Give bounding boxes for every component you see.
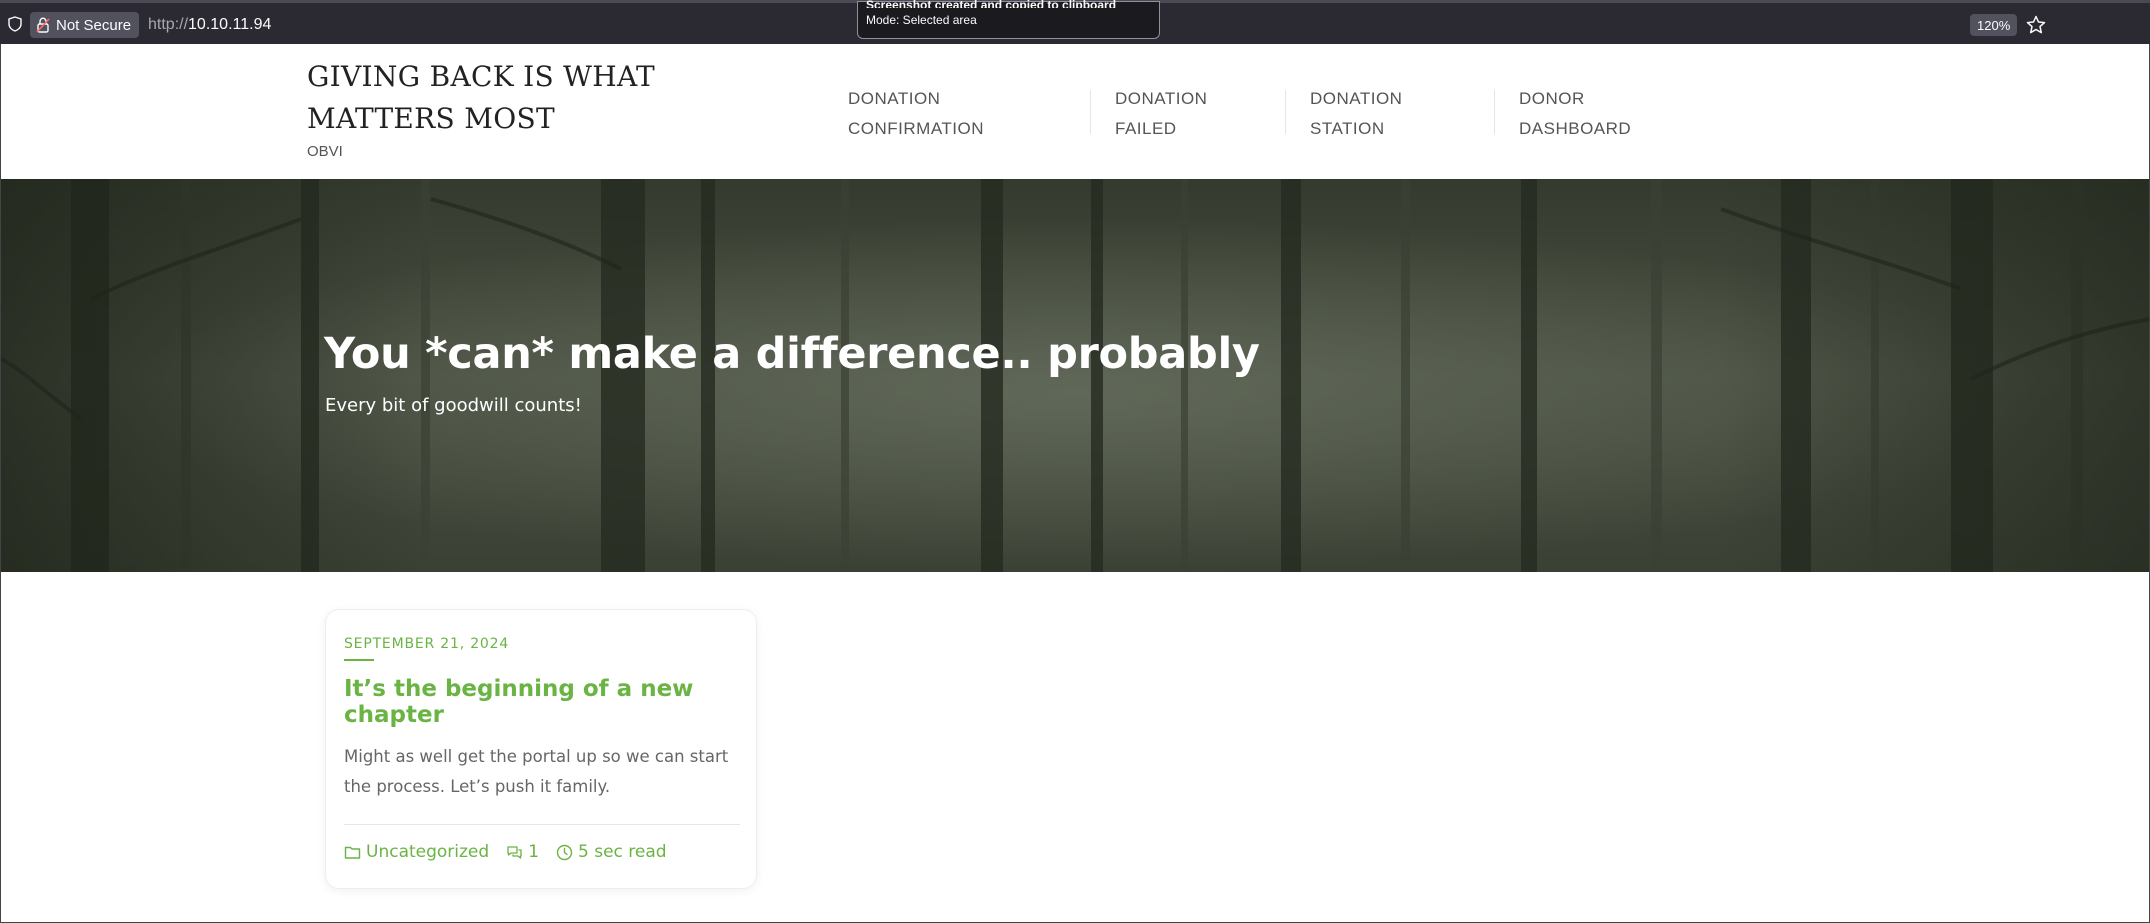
hero-title: You *can* make a difference.. probably xyxy=(324,329,1260,379)
nav-separator xyxy=(1090,90,1091,134)
folder-icon xyxy=(344,846,361,859)
nav-donation-confirmation[interactable]: DONATION CONFIRMATION xyxy=(848,84,984,144)
nav-separator xyxy=(1494,90,1495,134)
nav-label-line1: DONATION xyxy=(1310,89,1403,108)
comments-icon xyxy=(507,845,522,859)
post-comments-link[interactable]: 1 xyxy=(506,842,539,862)
nav-label-line1: DONATION xyxy=(848,89,941,108)
post-category-link[interactable]: Uncategorized xyxy=(344,842,489,862)
post-read-time: 5 sec read xyxy=(556,842,667,862)
url-bar[interactable]: http://10.10.11.94 xyxy=(148,16,271,34)
url-scheme: http:// xyxy=(148,16,189,33)
bookmark-star-icon[interactable] xyxy=(2025,14,2047,36)
screenshot-toast: Screenshot created and copied to clipboa… xyxy=(857,0,1160,39)
web-page: GIVING BACK IS WHAT MATTERS MOST OBVI DO… xyxy=(0,44,2150,923)
shield-icon[interactable] xyxy=(8,16,22,32)
nav-label-line2: STATION xyxy=(1310,119,1385,138)
zoom-level-button[interactable]: 120% xyxy=(1970,14,2018,36)
hero-banner: You *can* make a difference.. probably E… xyxy=(1,179,2149,572)
post-category: Uncategorized xyxy=(366,842,490,862)
clock-icon xyxy=(556,844,573,860)
nav-label-line2: CONFIRMATION xyxy=(848,119,985,138)
post-title-link[interactable]: It’s the beginning of a new chapter xyxy=(344,676,744,728)
not-secure-indicator[interactable]: Not Secure xyxy=(30,12,140,38)
post-read-time-label: 5 sec read xyxy=(578,842,667,862)
site-header: GIVING BACK IS WHAT MATTERS MOST OBVI DO… xyxy=(1,44,2149,179)
post-comment-count: 1 xyxy=(528,842,540,862)
date-underline xyxy=(344,659,374,661)
nav-donation-failed[interactable]: DONATION FAILED xyxy=(1115,84,1207,144)
url-host: 10.10.11.94 xyxy=(188,16,272,33)
post-excerpt: Might as well get the portal up so we ca… xyxy=(344,747,729,796)
nav-donor-dashboard[interactable]: DONOR DASHBOARD xyxy=(1519,84,1631,144)
nav-separator xyxy=(1285,90,1286,134)
post-date[interactable]: SEPTEMBER 21, 2024 xyxy=(344,636,509,652)
toast-mode: Mode: Selected area xyxy=(866,13,977,27)
post-card: SEPTEMBER 21, 2024 It’s the beginning of… xyxy=(325,609,757,889)
site-tagline: OBVI xyxy=(307,143,343,160)
lock-insecure-icon xyxy=(36,17,50,33)
post-meta: Uncategorized 1 5 sec read xyxy=(344,842,684,862)
browser-toolbar: Not Secure http://10.10.11.94 Screenshot… xyxy=(0,0,2150,44)
toast-title: Screenshot created and copied to clipboa… xyxy=(866,0,1117,8)
nav-label-line2: FAILED xyxy=(1115,119,1177,138)
not-secure-label: Not Secure xyxy=(56,16,132,34)
nav-label-line1: DONOR xyxy=(1519,89,1585,108)
site-title[interactable]: GIVING BACK IS WHAT MATTERS MOST xyxy=(307,56,787,140)
nav-donation-station[interactable]: DONATION STATION xyxy=(1310,84,1402,144)
card-divider xyxy=(344,824,740,825)
nav-label-line1: DONATION xyxy=(1115,89,1208,108)
hero-subtitle: Every bit of goodwill counts! xyxy=(325,395,582,416)
nav-label-line2: DASHBOARD xyxy=(1519,119,1632,138)
